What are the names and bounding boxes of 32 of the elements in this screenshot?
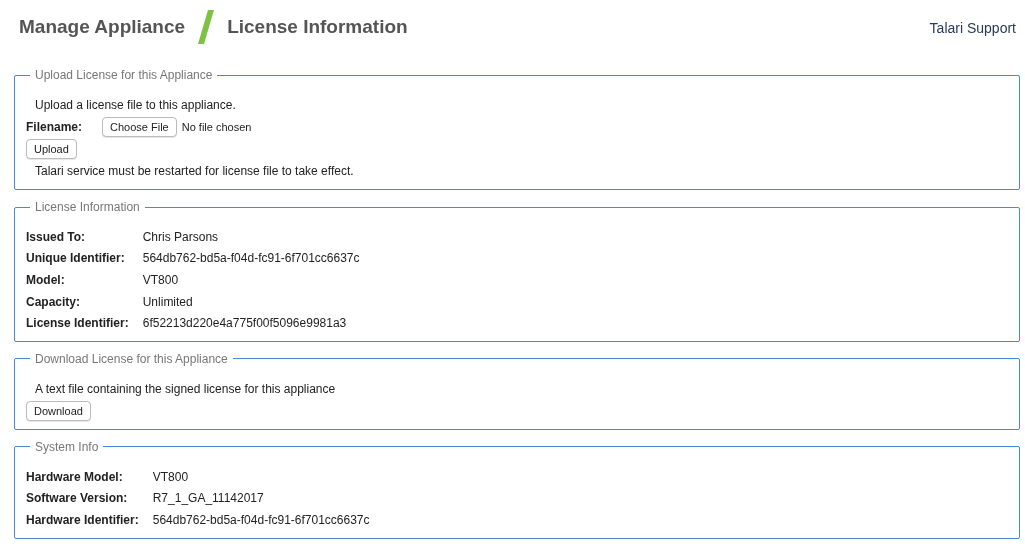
field-value: 6f52213d220e4a775f00f5096e9981a3: [142, 315, 347, 333]
file-status-text: No file chosen: [181, 119, 252, 135]
field-label: License Identifier:: [26, 315, 129, 333]
field-value: Chris Parsons: [142, 228, 219, 246]
filename-label: Filename:: [26, 119, 83, 136]
page-title: Manage Appliance: [19, 14, 186, 39]
choose-file-button[interactable]: Choose File: [102, 116, 177, 138]
field-label: Hardware Model:: [26, 468, 123, 486]
instruction-text: A text file containing the signed license for this appliance: [35, 380, 336, 398]
field-label: Issued To:: [26, 228, 86, 246]
field-value: R7_1_GA_11142017: [152, 490, 264, 508]
field-label: Model:: [26, 272, 65, 289]
action-button[interactable]: Download: [26, 400, 91, 422]
field-label: Unique Identifier:: [26, 250, 125, 268]
field-value: VT800: [142, 272, 179, 289]
field-value: Unlimited: [142, 293, 193, 311]
page-subtitle: License Information: [227, 14, 408, 39]
section-legend: Download License for this Appliance: [35, 351, 228, 366]
field-label: Software Version:: [26, 490, 128, 508]
support-link[interactable]: Talari Support: [929, 18, 1016, 39]
field-label: Hardware Identifier:: [26, 511, 139, 529]
action-button[interactable]: Upload: [26, 138, 77, 160]
section-legend: System Info: [35, 439, 99, 454]
field-label: Capacity:: [26, 293, 81, 311]
section-legend: Upload License for this Appliance: [35, 68, 213, 82]
field-value: 564db762-bd5a-f04d-fc91-6f701cc6637c: [152, 511, 370, 529]
field-value: 564db762-bd5a-f04d-fc91-6f701cc6637c: [142, 250, 360, 268]
instruction-text: Upload a license file to this appliance.: [35, 97, 236, 114]
slash-divider-icon: [197, 10, 216, 44]
instruction-text: Talari service must be restarted for license file to take effect.: [35, 163, 354, 180]
section-legend: License Information: [35, 200, 140, 214]
field-value: VT800: [152, 468, 189, 486]
